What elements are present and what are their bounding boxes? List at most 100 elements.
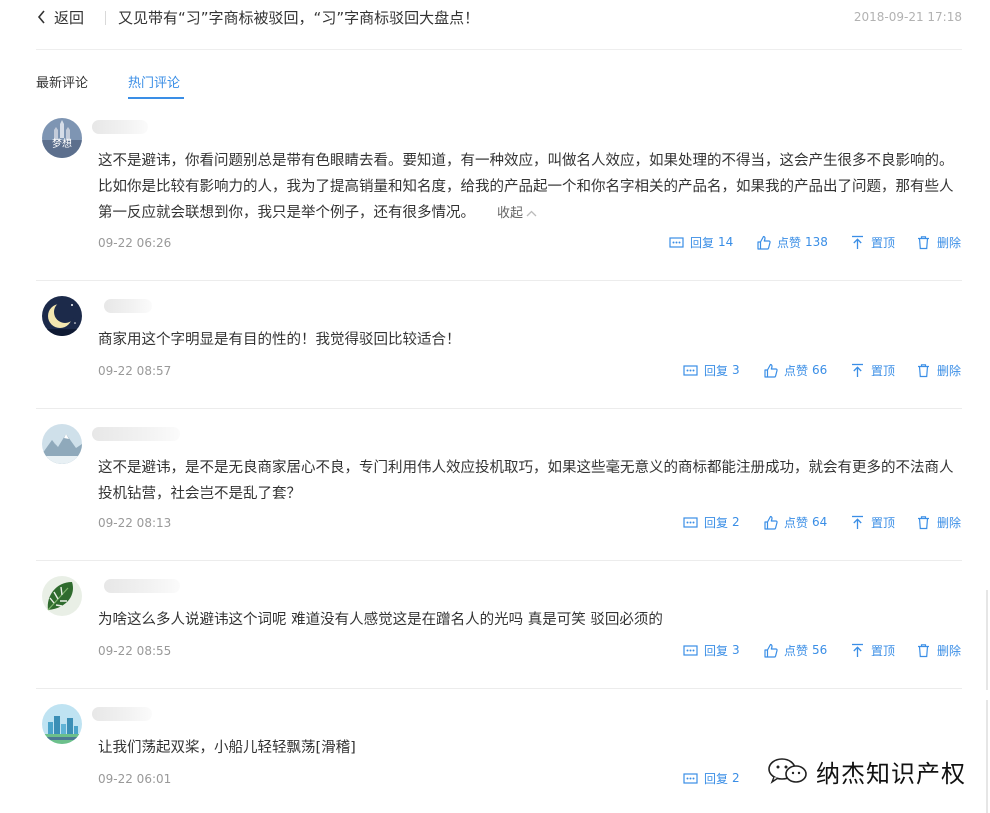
comment-divider: [36, 280, 962, 281]
delete-label: 删除: [937, 515, 962, 530]
watermark-text: 纳杰知识产权: [816, 759, 966, 788]
username-blurred[interactable]: [104, 299, 152, 313]
like-button[interactable]: 点赞 66: [763, 362, 827, 378]
like-count: 138: [805, 235, 828, 249]
reply-button[interactable]: 回复 2: [683, 770, 740, 786]
comment-text: 为啥这么多人说避讳这个词呢 难道没有人感觉这是在蹭名人的光吗 真是可笑 驳回必须…: [98, 607, 966, 633]
avatar[interactable]: [42, 704, 82, 744]
reply-button[interactable]: 回复 3: [683, 642, 740, 658]
pin-top-label: 置顶: [871, 643, 896, 658]
back-label: 返回: [54, 8, 85, 27]
delete-button[interactable]: 删除: [916, 362, 961, 378]
reply-icon: [683, 516, 698, 528]
wechat-logo-icon: [768, 758, 807, 784]
dream-castle-avatar-icon: 梦想: [42, 118, 82, 158]
article-title: 又见带有“习”字商标被驳回，“习”字商标驳回大盘点！: [118, 9, 480, 27]
chevron-left-icon: [37, 10, 45, 24]
delete-label: 删除: [937, 235, 962, 250]
delete-button[interactable]: 删除: [916, 514, 961, 530]
reply-label: 回复: [704, 515, 729, 530]
reply-label: 回复: [704, 363, 729, 378]
like-button[interactable]: 点赞 56: [763, 642, 827, 658]
moon-night-avatar-icon: [42, 296, 82, 336]
comment-time: 09-22 08:55: [98, 644, 172, 658]
comment-text-body: 为啥这么多人说避讳这个词呢 难道没有人感觉这是在蹭名人的光吗 真是可笑 驳回必须…: [98, 612, 663, 628]
reply-button[interactable]: 回复 2: [683, 514, 740, 530]
like-label: 点赞: [784, 515, 809, 530]
comment-time: 09-22 06:01: [98, 772, 172, 786]
pin-top-icon: [852, 515, 863, 529]
reply-label: 回复: [690, 235, 715, 250]
tab-latest-comments[interactable]: 最新评论: [36, 72, 88, 91]
reply-count: 3: [732, 643, 740, 657]
like-count: 56: [812, 643, 828, 657]
pin-top-label: 置顶: [871, 235, 896, 250]
like-button[interactable]: 点赞 64: [763, 514, 827, 530]
username-blurred[interactable]: [92, 707, 152, 721]
back-button[interactable]: 返回: [36, 6, 84, 28]
pin-top-icon: [852, 643, 863, 657]
collapse-button[interactable]: 收起: [497, 206, 537, 221]
avatar[interactable]: [42, 296, 82, 336]
reply-count: 2: [732, 771, 740, 785]
thumbs-up-icon: [764, 643, 778, 658]
like-label: 点赞: [777, 235, 802, 250]
comment-text: 这不是避讳，你看问题别总是带有色眼睛去看。要知道，有一种效应，叫做名人效应，如果…: [98, 148, 966, 227]
pin-top-button[interactable]: 置顶: [850, 514, 895, 530]
pin-top-icon: [852, 235, 863, 249]
trash-icon: [918, 235, 929, 249]
delete-button[interactable]: 删除: [916, 234, 961, 250]
like-label: 点赞: [784, 363, 809, 378]
username-blurred[interactable]: [104, 579, 180, 593]
pin-top-button[interactable]: 置顶: [850, 642, 895, 658]
trash-icon: [918, 643, 929, 657]
monstera-leaf-avatar-icon: [42, 576, 82, 616]
comment-text-body: 让我们荡起双桨，小船儿轻轻飘荡[滑稽]: [98, 740, 356, 756]
username-blurred[interactable]: [92, 120, 148, 134]
reply-icon: [683, 772, 698, 784]
comment-time: 09-22 08:13: [98, 516, 172, 530]
thumbs-up-icon: [757, 235, 771, 250]
comment-text-body: 商家用这个字明显是有目的性的！我觉得驳回比较适合！: [98, 332, 461, 348]
chevron-up-icon: [526, 210, 537, 217]
reply-icon: [683, 364, 698, 376]
avatar-text: 梦想: [52, 137, 72, 150]
comment-text: 商家用这个字明显是有目的性的！我觉得驳回比较适合！: [98, 327, 966, 353]
active-tab-indicator: [128, 97, 184, 99]
like-count: 64: [812, 515, 828, 529]
reply-button[interactable]: 回复 3: [683, 362, 740, 378]
reply-icon: [683, 644, 698, 656]
city-skyline-avatar-icon: [42, 704, 82, 744]
scrollbar[interactable]: [986, 590, 988, 690]
like-button[interactable]: 点赞 138: [756, 234, 828, 250]
pin-top-icon: [852, 363, 863, 377]
reply-label: 回复: [704, 771, 729, 786]
pin-top-button[interactable]: 置顶: [850, 234, 895, 250]
trash-icon: [918, 515, 929, 529]
snow-mountain-avatar-icon: [42, 424, 82, 464]
delete-label: 删除: [937, 363, 962, 378]
username-blurred[interactable]: [92, 427, 180, 441]
comment-divider: [36, 408, 962, 409]
delete-label: 删除: [937, 643, 962, 658]
comment-text-body: 这不是避讳，是不是无良商家居心不良，专门利用伟人效应投机取巧，如果这些毫无意义的…: [98, 460, 954, 502]
header-divider-line: [36, 49, 962, 50]
avatar[interactable]: [42, 424, 82, 464]
reply-button[interactable]: 回复 14: [669, 234, 733, 250]
reply-count: 14: [718, 235, 734, 249]
pin-top-button[interactable]: 置顶: [850, 362, 895, 378]
reply-label: 回复: [704, 643, 729, 658]
top-bar: 返回 又见带有“习”字商标被驳回，“习”字商标驳回大盘点！ 2018-09-21…: [0, 0, 990, 40]
scrollbar-lower[interactable]: [986, 700, 988, 813]
comment-text: 这不是避讳，是不是无良商家居心不良，专门利用伟人效应投机取巧，如果这些毫无意义的…: [98, 455, 966, 507]
delete-button[interactable]: 删除: [916, 642, 961, 658]
reply-count: 3: [732, 363, 740, 377]
header-divider: [105, 11, 106, 25]
thumbs-up-icon: [764, 515, 778, 530]
tab-hot-comments[interactable]: 热门评论: [128, 72, 180, 91]
avatar[interactable]: [42, 576, 82, 616]
comment-time: 09-22 06:26: [98, 236, 172, 250]
article-date: 2018-09-21 17:18: [853, 10, 962, 24]
avatar[interactable]: 梦想: [42, 118, 82, 158]
like-count: 66: [812, 363, 828, 377]
